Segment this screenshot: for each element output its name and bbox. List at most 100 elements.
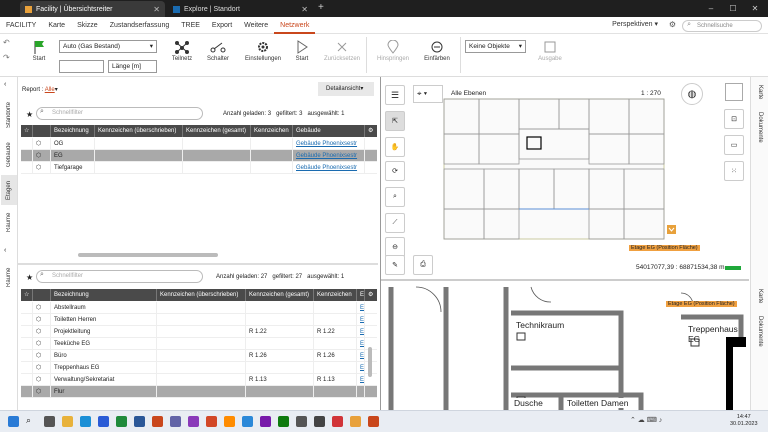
cell-link[interactable]: El xyxy=(357,325,365,338)
app-icon[interactable] xyxy=(278,416,289,427)
rail-tab-etagen[interactable]: Etagen xyxy=(1,175,17,205)
table-row[interactable]: ⬡ Flur xyxy=(21,385,377,398)
length-unit-select[interactable]: Länge [m] xyxy=(108,60,157,73)
table-row[interactable]: ⬡ Projektleitung R 1.22 R 1.22 El xyxy=(21,325,377,338)
onenote-icon[interactable] xyxy=(188,416,199,427)
teams-icon[interactable] xyxy=(170,416,181,427)
building-link[interactable]: Gebäude Phoenixsestr xyxy=(293,161,365,174)
table-row[interactable]: ⬡ OG Gebäude Phoenixsestr xyxy=(21,137,377,150)
powerpoint-icon[interactable] xyxy=(152,416,163,427)
teilnetz-button[interactable]: Teilnetz xyxy=(165,40,199,62)
table-row[interactable]: ⬡ Toiletten Herren El xyxy=(21,313,377,326)
einfaerben-button[interactable]: Einfärben xyxy=(418,40,456,62)
menu-item-export[interactable]: Export xyxy=(206,17,238,34)
close-icon[interactable]: ✕ xyxy=(153,5,160,14)
star-cell[interactable] xyxy=(21,149,33,162)
quick-search-input[interactable]: Schnellsuche xyxy=(682,20,762,32)
monitor-icon[interactable]: ▭ xyxy=(724,135,744,155)
table-row[interactable]: ⬡ Verwaltung/Sekretariat R 1.13 R 1.13 E… xyxy=(21,373,377,386)
menu-item-tree[interactable]: TREE xyxy=(175,17,206,34)
gear-icon[interactable]: ⚙ xyxy=(669,20,676,29)
network-select[interactable]: Auto (Gas Bestand) ▾ xyxy=(59,40,157,53)
app-icon[interactable] xyxy=(242,416,253,427)
ausgabe-button[interactable]: Ausgabe xyxy=(533,40,567,62)
column-header[interactable]: Kennzeichen (überschrieben) xyxy=(157,289,246,301)
grid-icon[interactable]: ⁙ xyxy=(724,161,744,181)
print-icon[interactable]: ⎙ xyxy=(413,255,433,275)
quick-filter-input-2[interactable]: Schnellfilter xyxy=(36,270,203,283)
close-window-icon[interactable]: ✕ xyxy=(744,0,766,17)
cell-link[interactable]: El xyxy=(357,361,365,374)
measure-icon[interactable]: ⟋ xyxy=(385,213,405,233)
table-row[interactable]: ⬡ Teeküche EG El xyxy=(21,337,377,350)
taskview-icon[interactable] xyxy=(44,416,55,427)
explorer-icon[interactable] xyxy=(62,416,73,427)
column-header[interactable]: Kennzeichen xyxy=(251,125,293,137)
rail-tab-raeume[interactable]: Räume xyxy=(1,207,17,237)
quick-filter-input-1[interactable]: Schnellfilter xyxy=(36,107,203,120)
reset-button[interactable]: Zurücksetzen xyxy=(322,40,362,62)
cell-link[interactable]: El xyxy=(357,301,365,314)
pencil-icon[interactable]: ✎ xyxy=(385,255,405,275)
start-run-button[interactable]: Start xyxy=(285,40,319,62)
building-link[interactable]: Gebäude Phoenixsestr xyxy=(293,149,365,162)
rail-tab-raeume-2[interactable]: Räume xyxy=(1,262,17,292)
rail-tab-dokumente[interactable]: Dokumente xyxy=(752,107,768,147)
star-cell[interactable] xyxy=(21,325,33,338)
collapse-icon[interactable]: ‹ xyxy=(4,81,6,88)
tab-explore[interactable]: Explore | Standort ✕ xyxy=(168,1,313,17)
app-icon[interactable] xyxy=(368,416,379,427)
app-icon[interactable] xyxy=(314,416,325,427)
close-icon[interactable]: ✕ xyxy=(301,5,308,14)
word-icon[interactable] xyxy=(134,416,145,427)
perspectives-dropdown[interactable]: Perspektiven ▾ xyxy=(612,20,658,28)
value-input[interactable] xyxy=(59,60,104,73)
zoom-out-icon[interactable]: ⊖ xyxy=(385,237,405,257)
objects-select[interactable]: Keine Objekte ▾ xyxy=(465,40,526,53)
forward-icon[interactable]: ↷ xyxy=(3,53,10,62)
dimension-icon[interactable]: ⊡ xyxy=(724,109,744,129)
column-header[interactable]: Gebäude xyxy=(293,125,365,137)
layer-dropdown[interactable]: ⌖ ▾ xyxy=(413,85,443,103)
splitter[interactable] xyxy=(18,263,378,265)
rail-tab-standorte[interactable]: Standorte xyxy=(1,95,17,135)
column-header[interactable]: Kennzeichen xyxy=(314,289,357,301)
collapse-icon[interactable]: ‹ xyxy=(4,247,6,254)
menu-item-skizze[interactable]: Skizze xyxy=(71,17,104,34)
rail-tab-dokumente-2[interactable]: Dokumente xyxy=(752,311,768,351)
menu-item-netzwerk[interactable]: Netzwerk xyxy=(274,17,316,34)
menu-item-facility[interactable]: FACILITY xyxy=(0,17,42,34)
report-filter[interactable]: Alle xyxy=(45,87,55,93)
star-cell[interactable] xyxy=(21,361,33,374)
star-cell[interactable] xyxy=(21,137,33,150)
new-tab-icon[interactable]: + xyxy=(318,2,324,13)
menu-icon[interactable]: ☰ xyxy=(385,85,405,105)
rail-tab-karte-2[interactable]: Karte xyxy=(752,285,768,307)
maximize-icon[interactable]: ☐ xyxy=(722,0,744,17)
clock[interactable]: 14:47 30.01.2023 xyxy=(730,414,758,428)
tray-icons[interactable]: ⌃ ☁ ⌨ ♪ xyxy=(630,416,662,424)
menu-item-karte[interactable]: Karte xyxy=(42,17,71,34)
search-icon[interactable]: ⌕ xyxy=(26,415,31,426)
horizontal-scrollbar[interactable] xyxy=(78,253,218,257)
start-button[interactable]: Start xyxy=(22,40,56,62)
gear-icon[interactable]: ⚙ xyxy=(365,289,377,301)
rail-tab-karte[interactable]: Karte xyxy=(752,81,768,103)
star-cell[interactable] xyxy=(21,337,33,350)
vertical-scrollbar[interactable] xyxy=(368,347,372,377)
column-header[interactable]: Kennzeichen (gesamt) xyxy=(246,289,314,301)
table-row[interactable]: ⬡ Büro R 1.26 R 1.26 El xyxy=(21,349,377,362)
table-row[interactable]: ⬡ Abstellraum El xyxy=(21,301,377,314)
column-header[interactable]: Bezeichnung xyxy=(51,125,95,137)
windows-start-icon[interactable] xyxy=(8,416,19,427)
excel-icon[interactable] xyxy=(116,416,127,427)
app-icon[interactable] xyxy=(332,416,343,427)
star-cell[interactable] xyxy=(21,349,33,362)
tab-facility[interactable]: Facility | Übersichtsreiter ✕ xyxy=(20,1,165,17)
app-icon[interactable] xyxy=(260,416,271,427)
cell-link[interactable]: El xyxy=(357,313,365,326)
zoom-icon[interactable]: ⌕ xyxy=(385,187,405,207)
star-column-icon[interactable]: ☆ xyxy=(21,289,33,301)
menu-item-zustandserfassung[interactable]: Zustandserfassung xyxy=(104,17,176,34)
app-icon[interactable] xyxy=(224,416,235,427)
